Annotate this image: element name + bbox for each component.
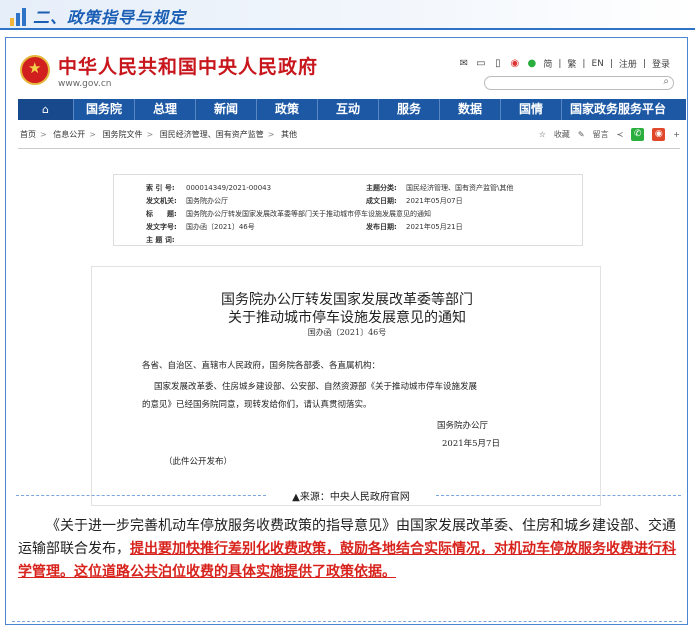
doc-note: （此件公开发布） [164, 457, 233, 467]
mobile-icon[interactable]: ▯ [492, 58, 503, 69]
monitor-icon[interactable]: ▭ [475, 58, 486, 69]
source-divider-right [436, 495, 681, 496]
meta-docno: 发文字号: 国办函〔2021〕46号 [146, 223, 255, 231]
mail-icon[interactable]: ✉ [458, 58, 469, 69]
source-text: ▲来源：中央人民政府官网 [292, 492, 410, 503]
document-body: 国务院办公厅转发国家发展改革委等部门 关于推动城市停车设施发展意见的通知 国办函… [91, 266, 601, 506]
breadcrumb: 首页 > 信息公开 > 国务院文件 > 国民经济管理、国有资产监管 > 其他 ☆ 收藏 … [20, 128, 680, 141]
nav-item-data[interactable]: 数据 [439, 99, 500, 120]
breadcrumb-economy[interactable]: 国民经济管理、国有资产监管 [160, 130, 264, 139]
doc-body-line1: 国家发展改革委、住房城乡建设部、公安部、自然资源部《关于推动城市停车设施发展 [154, 382, 478, 392]
section-rule [0, 28, 695, 30]
print-link[interactable]: 留言 [593, 129, 609, 140]
site-url: www.gov.cn [58, 79, 112, 89]
favorite-link[interactable]: 收藏 [554, 129, 570, 140]
breadcrumb-divider [18, 148, 680, 149]
nav-item-interaction[interactable]: 互动 [317, 99, 378, 120]
breadcrumb-docs[interactable]: 国务院文件 [103, 130, 143, 139]
site-title[interactable]: 中华人民共和国中央人民政府 [58, 52, 318, 79]
meta-topic: 主题分类: 国民经济管理、国有资产监管\其他 [366, 184, 514, 192]
nav-home-logo[interactable]: ⌂ [18, 99, 73, 120]
main-nav: ⌂ 国务院 总理 新闻 政策 互动 服务 数据 国情 国家政务服务平台 [18, 99, 686, 120]
share-actions: ☆ 收藏 ✎ 留言 ≺ ✆ ◉ + [539, 128, 680, 141]
document-meta: 索 引 号: 000014349/2021-00043 主题分类: 国民经济管理、国… [113, 174, 583, 246]
bottom-divider [12, 621, 682, 622]
meta-pubdate: 发布日期: 2021年05月21日 [366, 223, 463, 231]
doc-signer: 国务院办公厅 [437, 421, 489, 431]
search-input[interactable]: ⌕ [484, 76, 674, 90]
more-icon[interactable]: + [673, 130, 680, 139]
star-icon[interactable]: ☆ [539, 130, 546, 139]
nav-item-services[interactable]: 服务 [378, 99, 439, 120]
source-divider-left [16, 495, 266, 496]
register-link[interactable]: 注册 [619, 57, 637, 70]
nav-item-news[interactable]: 新闻 [195, 99, 256, 120]
national-emblem-icon [20, 55, 50, 85]
breadcrumb-info[interactable]: 信息公开 [53, 130, 85, 139]
doc-number: 国办函〔2021〕46号 [307, 328, 387, 337]
lang-simplified-link[interactable]: 简 [543, 57, 552, 70]
lang-traditional-link[interactable]: 繁 [567, 57, 576, 70]
meta-date: 成文日期: 2021年05月07日 [366, 197, 463, 205]
lang-english-link[interactable]: EN [591, 59, 603, 69]
nav-item-national-conditions[interactable]: 国情 [500, 99, 561, 120]
doc-title-line2: 关于推动城市停车设施发展意见的通知 [228, 310, 466, 326]
doc-title-line1: 国务院办公厅转发国家发展改革委等部门 [221, 292, 473, 308]
doc-date: 2021年5月7日 [442, 439, 500, 449]
meta-title: 标 题: 国务院办公厅转发国家发展改革委等部门关于推动城市停车设施发展意见的通知 [146, 210, 431, 218]
nav-item-service-platform[interactable]: 国家政务服务平台 [561, 99, 674, 120]
section-heading: 二、政策指导与规定 [0, 0, 695, 30]
meta-subject: 主 题 词: [146, 236, 175, 244]
share-icon[interactable]: ≺ [617, 130, 624, 139]
gov-header: 中华人民共和国中央人民政府 www.gov.cn ✉ ▭ ▯ ◉ ● 简| 繁|… [6, 38, 686, 98]
nav-item-premier[interactable]: 总理 [134, 99, 195, 120]
section-title: 二、政策指导与规定 [33, 8, 187, 27]
wechat-icon[interactable]: ● [526, 58, 537, 69]
weibo-share-icon[interactable]: ◉ [652, 128, 666, 141]
doc-addressee: 各省、自治区、直辖市人民政府，国务院各部委、各直属机构： [142, 361, 381, 371]
nav-item-policy[interactable]: 政策 [256, 99, 317, 120]
login-link[interactable]: 登录 [652, 57, 670, 70]
wechat-share-icon[interactable]: ✆ [631, 128, 645, 141]
search-icon[interactable]: ⌕ [663, 76, 669, 87]
top-links: ✉ ▭ ▯ ◉ ● 简 | 繁 | EN | 注册 | 登录 [458, 57, 670, 70]
doc-body-line2: 的意见》已经国务院同意，现转发给你们，请认真贯彻落实。 [142, 400, 372, 410]
pencil-icon[interactable]: ✎ [578, 130, 585, 139]
weibo-icon[interactable]: ◉ [509, 58, 520, 69]
breadcrumb-other[interactable]: 其他 [281, 130, 297, 139]
source-caption: ▲来源：中央人民政府官网 [6, 488, 686, 503]
bar-chart-icon [10, 8, 30, 26]
breadcrumb-home[interactable]: 首页 [20, 130, 36, 139]
screenshot-frame: 中华人民共和国中央人民政府 www.gov.cn ✉ ▭ ▯ ◉ ● 简| 繁|… [5, 37, 688, 625]
meta-issuer: 发文机关: 国务院办公厅 [146, 197, 228, 205]
meta-index: 索 引 号: 000014349/2021-00043 [146, 184, 272, 192]
body-paragraph: 《关于进一步完善机动车停放服务收费政策的指导意见》由国家发展改革委、住房和城乡建… [18, 515, 682, 584]
nav-item-state-council[interactable]: 国务院 [73, 99, 134, 120]
